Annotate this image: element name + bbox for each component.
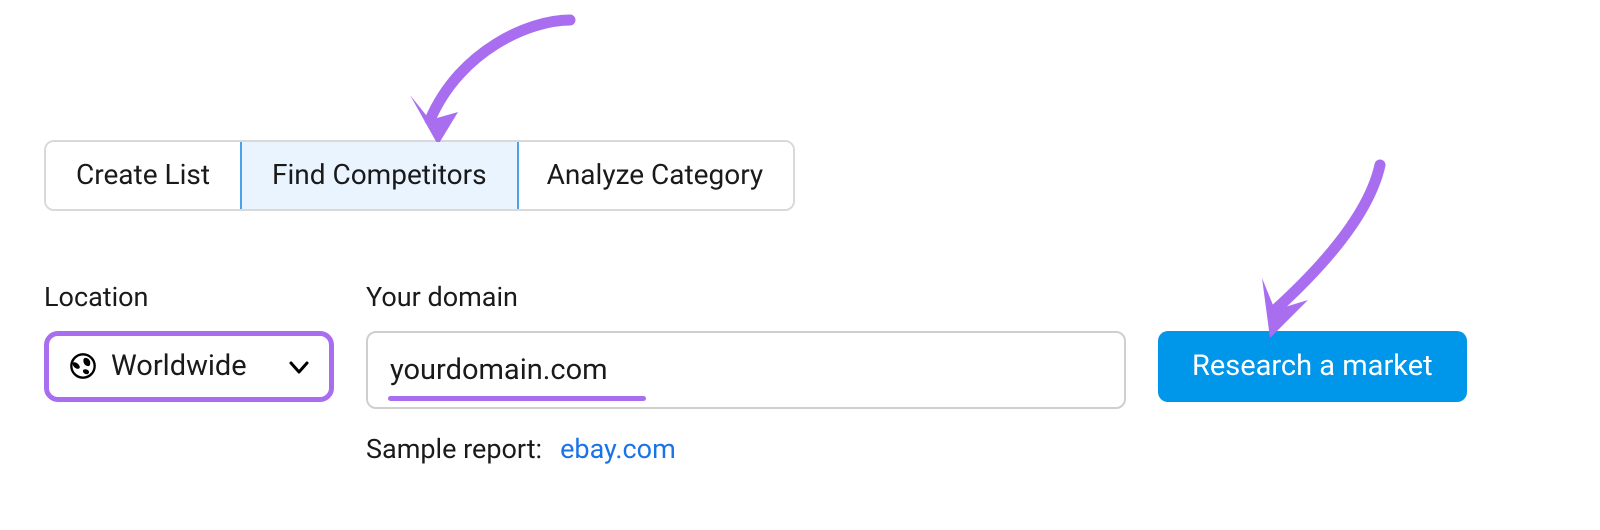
domain-input[interactable] (366, 331, 1126, 409)
tab-group: Create List Find Competitors Analyze Cat… (44, 140, 795, 211)
location-select[interactable]: Worldwide (44, 331, 334, 402)
sample-report-link[interactable]: ebay.com (560, 433, 676, 465)
tab-create-list[interactable]: Create List (46, 142, 242, 209)
tab-analyze-category[interactable]: Analyze Category (517, 142, 794, 209)
sample-report-label: Sample report: (366, 433, 542, 465)
location-value: Worldwide (111, 352, 247, 381)
research-market-button[interactable]: Research a market (1158, 331, 1467, 402)
sample-report-row: Sample report: ebay.com (366, 433, 1126, 465)
location-column: Location Worldwide (44, 281, 334, 402)
submit-column: . Research a market (1158, 281, 1467, 402)
location-label: Location (44, 281, 334, 313)
domain-label: Your domain (366, 281, 1126, 313)
annotation-arrow-tab (390, 10, 590, 160)
tab-find-competitors[interactable]: Find Competitors (240, 140, 519, 211)
search-form: Location Worldwide (44, 281, 1556, 465)
globe-icon (69, 352, 97, 380)
chevron-down-icon (289, 352, 309, 381)
domain-column: Your domain Sample report: ebay.com (366, 281, 1126, 465)
